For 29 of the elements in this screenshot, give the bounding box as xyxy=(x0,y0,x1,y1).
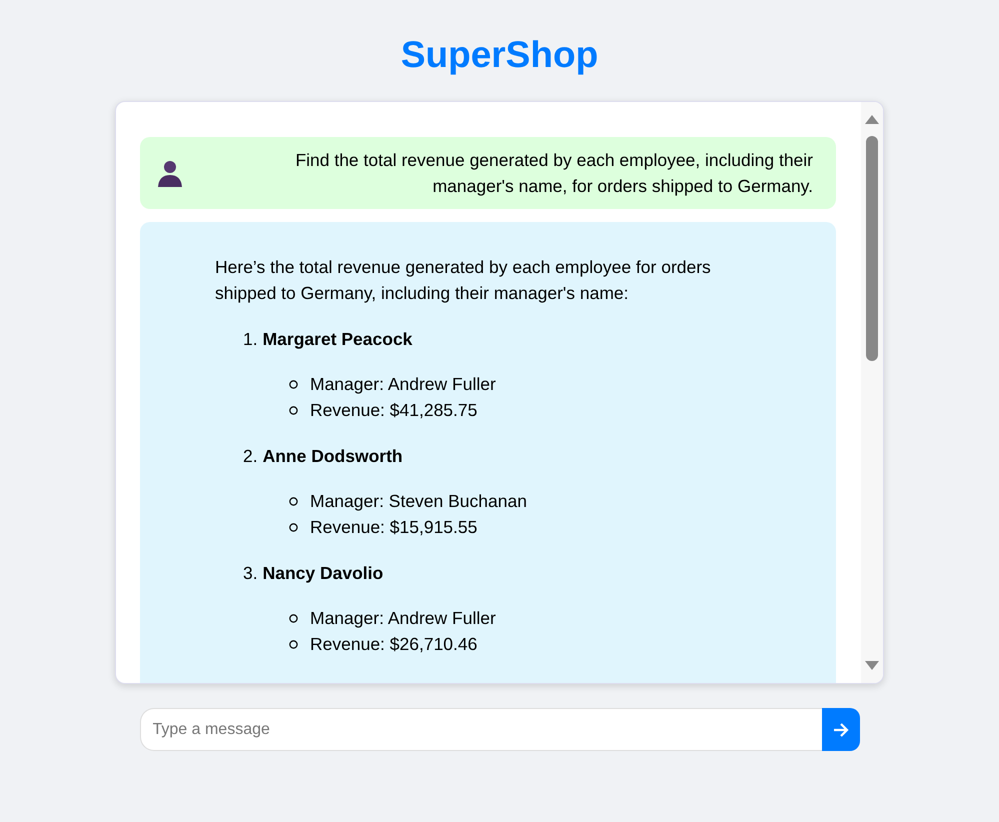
bullet-icon xyxy=(289,522,298,532)
bullet-icon xyxy=(289,614,298,622)
app-title: SuperShop xyxy=(400,33,598,77)
employee-name: Margaret Peacock xyxy=(262,328,412,351)
list-number: 1. xyxy=(243,328,258,351)
message-text: Here’s the total revenue generated by each employee for orders shipped to Germany, including their manager's name: xyxy=(215,256,712,305)
detail-text: Revenue: $15,915.55 xyxy=(310,516,478,539)
bullet-icon xyxy=(289,380,298,388)
bullet-icon xyxy=(289,640,298,648)
scroll-up-icon[interactable] xyxy=(865,114,879,124)
detail-text: Manager: Andrew Fuller xyxy=(310,373,496,396)
list-number: 3. xyxy=(243,562,258,585)
bullet-icon xyxy=(289,406,298,414)
scrollbar-thumb[interactable] xyxy=(866,136,878,361)
message-input[interactable]: Type a message xyxy=(140,708,822,751)
detail-text: Revenue: $26,710.46 xyxy=(310,633,478,656)
send-button[interactable] xyxy=(822,708,860,751)
user-avatar-icon xyxy=(157,159,183,187)
detail-text: Manager: Steven Buchanan xyxy=(310,490,527,513)
scrollbar[interactable] xyxy=(861,102,883,683)
employee-name: Anne Dodsworth xyxy=(262,445,403,468)
arrow-right-icon xyxy=(832,722,848,736)
bullet-icon xyxy=(289,496,298,506)
detail-text: Revenue: $41,285.75 xyxy=(310,399,478,422)
list-number: 2. xyxy=(243,445,258,468)
detail-text: Manager: Andrew Fuller xyxy=(310,607,496,630)
scroll-down-icon[interactable] xyxy=(865,661,879,671)
message-text: Find the total revenue generated by each employee, including their manager's name, for orders shipped to Germany. xyxy=(294,149,813,198)
employee-name: Nancy Davolio xyxy=(262,562,384,585)
